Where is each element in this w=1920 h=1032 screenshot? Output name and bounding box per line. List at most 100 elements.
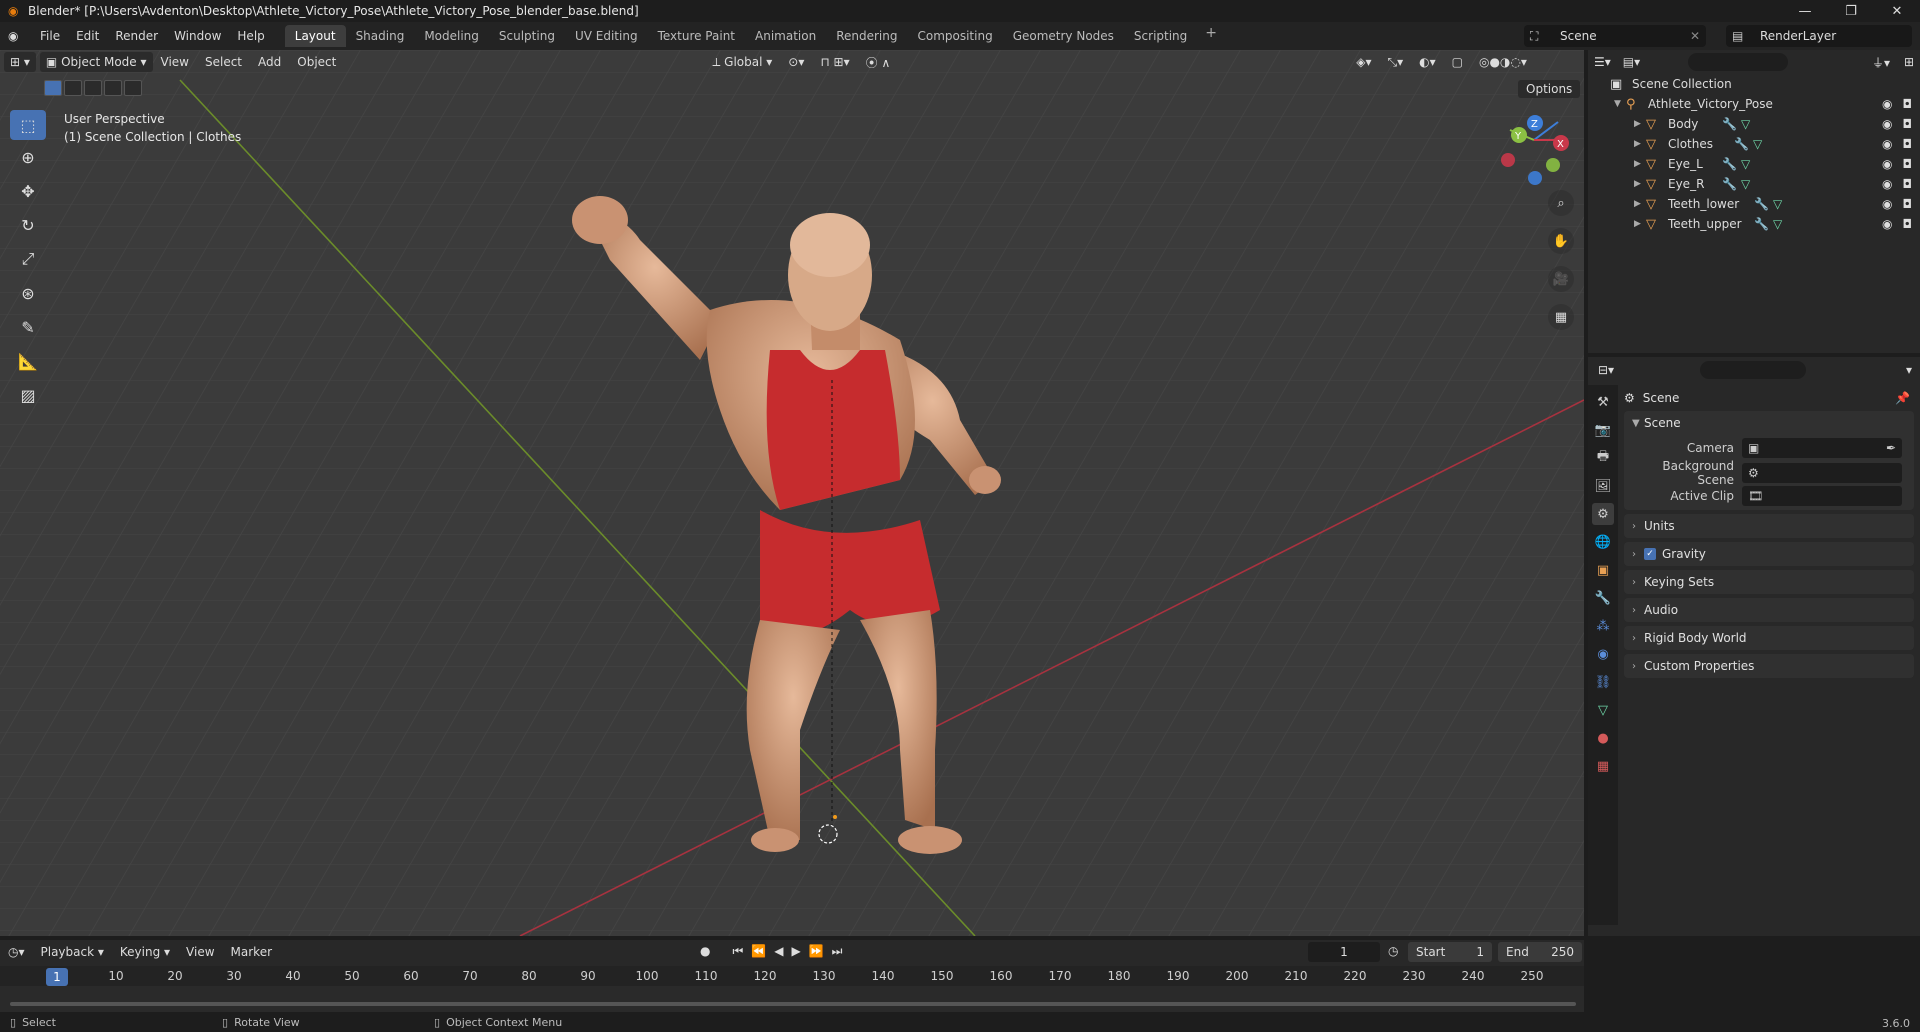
viewport-menu-object[interactable]: Object	[289, 55, 344, 69]
keying-sets-panel[interactable]: › Keying Sets	[1624, 570, 1914, 594]
gizmo-neg-z[interactable]	[1528, 171, 1542, 185]
tab-texture-paint[interactable]: Texture Paint	[648, 25, 745, 47]
next-keyframe-icon[interactable]: ⏩	[809, 944, 824, 959]
menu-window[interactable]: Window	[166, 25, 229, 47]
scene-collection-row[interactable]: ▣ Scene Collection	[1588, 74, 1920, 94]
select-intersect-icon[interactable]	[124, 80, 142, 96]
wrench-icon[interactable]: 🔧	[1722, 117, 1737, 131]
render-tab-icon[interactable]: 📷	[1592, 419, 1614, 441]
expand-icon[interactable]: ▶	[1634, 139, 1646, 149]
material-tab-icon[interactable]: ●	[1592, 727, 1614, 749]
scene-panel-header[interactable]: ▼ Scene	[1624, 411, 1914, 435]
close-button[interactable]: ✕	[1874, 0, 1920, 22]
prev-keyframe-icon[interactable]: ⏪	[751, 944, 766, 959]
mesh-data-icon[interactable]: ▽	[1773, 217, 1782, 231]
preview-range-icon[interactable]: ◷	[1388, 944, 1398, 958]
menu-file[interactable]: File	[32, 25, 68, 47]
camera-icon[interactable]: ◘	[1903, 117, 1913, 131]
select-subtract-icon[interactable]	[84, 80, 102, 96]
eye-icon[interactable]: ◉	[1882, 197, 1892, 211]
annotate-tool-icon[interactable]: ✎	[10, 310, 46, 344]
outliner-editor-type-icon[interactable]: ☰▾	[1594, 55, 1611, 69]
jump-end-icon[interactable]: ⏭	[832, 944, 843, 959]
expand-icon[interactable]: ▶	[1634, 179, 1646, 189]
camera-field[interactable]: ▣ ✒	[1742, 437, 1902, 458]
gravity-panel[interactable]: › ✓ Gravity	[1624, 542, 1914, 566]
tab-animation[interactable]: Animation	[745, 25, 826, 47]
outliner-item-eye-r[interactable]: ▶ ▽ Eye_R 🔧 ▽ ◉ ◘	[1588, 174, 1920, 194]
menu-help[interactable]: Help	[229, 25, 272, 47]
select-invert-icon[interactable]	[104, 80, 122, 96]
play-icon[interactable]: ▶	[791, 944, 800, 959]
camera-icon[interactable]: ◘	[1903, 177, 1913, 191]
tab-scripting[interactable]: Scripting	[1124, 25, 1197, 47]
add-workspace-icon[interactable]: +	[1197, 25, 1225, 47]
wrench-icon[interactable]: 🔧	[1734, 137, 1749, 151]
wrench-icon[interactable]: 🔧	[1722, 177, 1737, 191]
transform-orientation-selector[interactable]: ⟂ Global ▾	[704, 55, 780, 70]
zoom-icon[interactable]: ⌕	[1548, 190, 1574, 216]
remove-scene-icon[interactable]: ✕	[1690, 29, 1700, 43]
frame-end-field[interactable]: End 250	[1498, 942, 1582, 962]
gizmos-icon[interactable]: ⤡▾	[1380, 55, 1412, 70]
audio-panel-header[interactable]: › Audio	[1624, 598, 1914, 622]
mode-selector[interactable]: ▣ Object Mode ▾	[39, 52, 153, 72]
mesh-data-icon[interactable]: ▽	[1753, 137, 1762, 151]
wrench-icon[interactable]: 🔧	[1754, 197, 1769, 211]
properties-search-input[interactable]	[1700, 361, 1806, 379]
modifier-tab-icon[interactable]: 🔧	[1592, 587, 1614, 609]
eye-icon[interactable]: ◉	[1882, 117, 1892, 131]
timeline-ruler[interactable]: 1 10 20 30 40 50 60 70 80 90 100 110 120 130 140 150 16…	[0, 966, 1584, 986]
properties-editor-type-icon[interactable]: ⊟▾	[1598, 363, 1614, 377]
camera-icon[interactable]: ◘	[1903, 197, 1913, 211]
object-tab-icon[interactable]: ▣	[1592, 559, 1614, 581]
mesh-data-icon[interactable]: ▽	[1741, 177, 1750, 191]
playhead[interactable]: 1	[46, 968, 68, 986]
xray-icon[interactable]: ▢	[1444, 55, 1471, 69]
active-clip-field[interactable]: 🎞	[1742, 485, 1902, 506]
data-tab-icon[interactable]: ▽	[1592, 699, 1614, 721]
cursor-tool-icon[interactable]: ⊕	[10, 140, 46, 174]
frame-start-field[interactable]: Start 1	[1408, 942, 1492, 962]
custom-properties-panel-header[interactable]: › Custom Properties	[1624, 654, 1914, 678]
display-mode-icon[interactable]: ▤▾	[1623, 55, 1640, 69]
camera-icon[interactable]: ◘	[1903, 137, 1913, 151]
visibility-icon[interactable]: ◈▾	[1348, 55, 1379, 69]
editor-type-button[interactable]: ⊞ ▾	[4, 52, 36, 72]
tab-shading[interactable]: Shading	[346, 25, 415, 47]
pan-hand-icon[interactable]: ✋	[1548, 228, 1574, 254]
tab-compositing[interactable]: Compositing	[907, 25, 1002, 47]
eye-icon[interactable]: ◉	[1882, 97, 1892, 111]
rotate-tool-icon[interactable]: ↻	[10, 208, 46, 242]
units-panel[interactable]: › Units	[1624, 514, 1914, 538]
snap-icon[interactable]: ⊓ ⊞▾	[812, 55, 857, 69]
mesh-data-icon[interactable]: ▽	[1773, 197, 1782, 211]
jump-start-icon[interactable]: ⏮	[732, 944, 743, 959]
scene-tab-icon[interactable]: ⚙	[1592, 503, 1614, 525]
eye-icon[interactable]: ◉	[1882, 137, 1892, 151]
options-button[interactable]: Options	[1518, 80, 1581, 98]
view-layer-tab-icon[interactable]: 🖼	[1592, 475, 1614, 497]
timeline-editor-type-icon[interactable]: ◷▾	[0, 945, 33, 959]
view-layer-selector[interactable]: ▤ RenderLayer	[1726, 25, 1912, 47]
gizmo-neg-y[interactable]	[1546, 158, 1560, 172]
timeline-menu-playback[interactable]: Playback ▾	[33, 945, 112, 959]
eye-icon[interactable]: ◉	[1882, 157, 1892, 171]
select-extend-icon[interactable]	[64, 80, 82, 96]
timeline-track-area[interactable]	[0, 986, 1584, 1012]
wrench-icon[interactable]: 🔧	[1754, 217, 1769, 231]
menu-render[interactable]: Render	[107, 25, 166, 47]
physics-tab-icon[interactable]: ◉	[1592, 643, 1614, 665]
expand-icon[interactable]: ▶	[1634, 199, 1646, 209]
particles-tab-icon[interactable]: ⁂	[1592, 615, 1614, 637]
blender-menu-icon[interactable]: ◉	[8, 29, 26, 43]
tab-modeling[interactable]: Modeling	[414, 25, 489, 47]
overlays-icon[interactable]: ◐▾	[1411, 55, 1444, 69]
audio-panel[interactable]: › Audio	[1624, 598, 1914, 622]
texture-tab-icon[interactable]: ▦	[1592, 755, 1614, 777]
tab-geometry-nodes[interactable]: Geometry Nodes	[1003, 25, 1124, 47]
record-icon[interactable]: ●	[700, 944, 710, 959]
current-frame-field[interactable]: 1	[1308, 942, 1380, 962]
minimize-button[interactable]: —	[1782, 0, 1828, 22]
scale-tool-icon[interactable]: ⤢	[10, 242, 46, 276]
